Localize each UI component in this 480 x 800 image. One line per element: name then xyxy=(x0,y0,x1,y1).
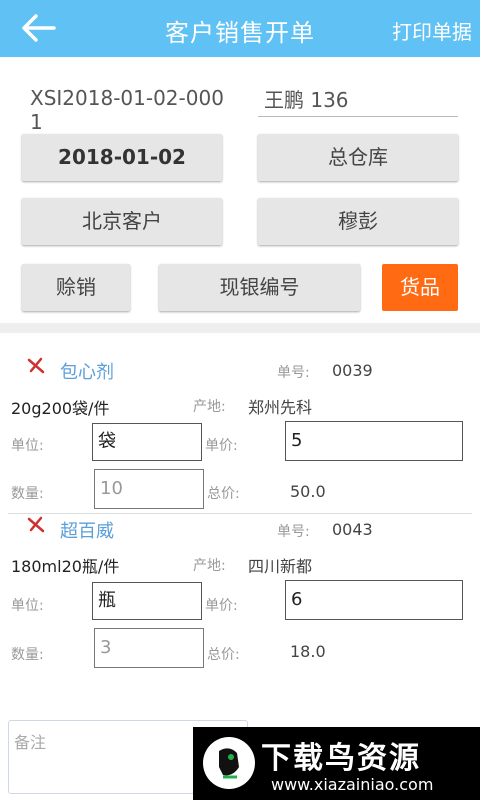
watermark-url: www.xiazainiao.com xyxy=(271,775,434,794)
unit-price-input[interactable]: 5 xyxy=(285,421,463,461)
bird-logo-icon xyxy=(203,737,255,789)
unit-price-input[interactable]: 6 xyxy=(285,580,463,620)
date-button[interactable]: 2018-01-02 xyxy=(22,134,222,181)
salesperson-button[interactable]: 穆彭 xyxy=(258,198,458,245)
goods-button[interactable]: 货品 xyxy=(382,264,458,311)
customer-button[interactable]: 北京客户 xyxy=(22,198,222,245)
remark-placeholder: 备注 xyxy=(14,733,47,752)
order-number-value: 0043 xyxy=(332,520,373,539)
origin-value: 四川新都 xyxy=(248,557,313,576)
item-divider xyxy=(8,513,472,514)
operator-field[interactable]: 王鹏 136 xyxy=(258,84,458,117)
section-divider xyxy=(0,323,480,333)
total-value: 18.0 xyxy=(290,642,326,661)
warehouse-button[interactable]: 总仓库 xyxy=(258,134,458,181)
unit-price-label: 单价: xyxy=(205,598,238,614)
unit-input[interactable]: 瓶 xyxy=(92,582,202,620)
pay-type-button[interactable]: 赊销 xyxy=(22,264,130,311)
origin-label: 产地: xyxy=(193,399,226,415)
product-spec: 20g200袋/件 xyxy=(11,399,110,418)
total-label: 总价: xyxy=(207,486,240,502)
delete-icon[interactable] xyxy=(26,515,46,535)
unit-price-label: 单价: xyxy=(205,438,238,454)
total-value: 50.0 xyxy=(290,482,326,501)
product-name[interactable]: 超百威 xyxy=(60,517,114,543)
order-number-value: 0039 xyxy=(332,361,373,380)
watermark-title: 下载鸟资源 xyxy=(261,741,421,776)
unit-input[interactable]: 袋 xyxy=(92,423,202,461)
origin-value: 郑州先科 xyxy=(248,398,313,417)
order-number-label: 单号: xyxy=(277,524,310,540)
quantity-input[interactable]: 10 xyxy=(94,469,204,509)
logo-glyph-icon xyxy=(219,748,239,779)
delete-icon[interactable] xyxy=(26,356,46,376)
top-app-bar: 客户销售开单 打印单据 xyxy=(0,0,480,57)
quantity-input[interactable]: 3 xyxy=(94,628,204,668)
operator-value: 王鹏 136 xyxy=(264,88,349,112)
order-number-label: 单号: xyxy=(277,365,310,381)
quantity-label: 数量: xyxy=(11,486,44,502)
watermark: 下载鸟资源 www.xiazainiao.com xyxy=(193,727,480,800)
unit-label: 单位: xyxy=(11,438,44,454)
unit-label: 单位: xyxy=(11,598,44,614)
total-label: 总价: xyxy=(207,647,240,663)
product-spec: 180ml20瓶/件 xyxy=(11,557,120,576)
print-document-button[interactable]: 打印单据 xyxy=(392,16,472,45)
quantity-label: 数量: xyxy=(11,647,44,663)
document-number: XSI2018-01-02-0001 xyxy=(30,86,224,134)
product-name[interactable]: 包心剂 xyxy=(60,358,114,384)
cash-number-button[interactable]: 现银编号 xyxy=(159,264,360,311)
origin-label: 产地: xyxy=(193,558,226,574)
